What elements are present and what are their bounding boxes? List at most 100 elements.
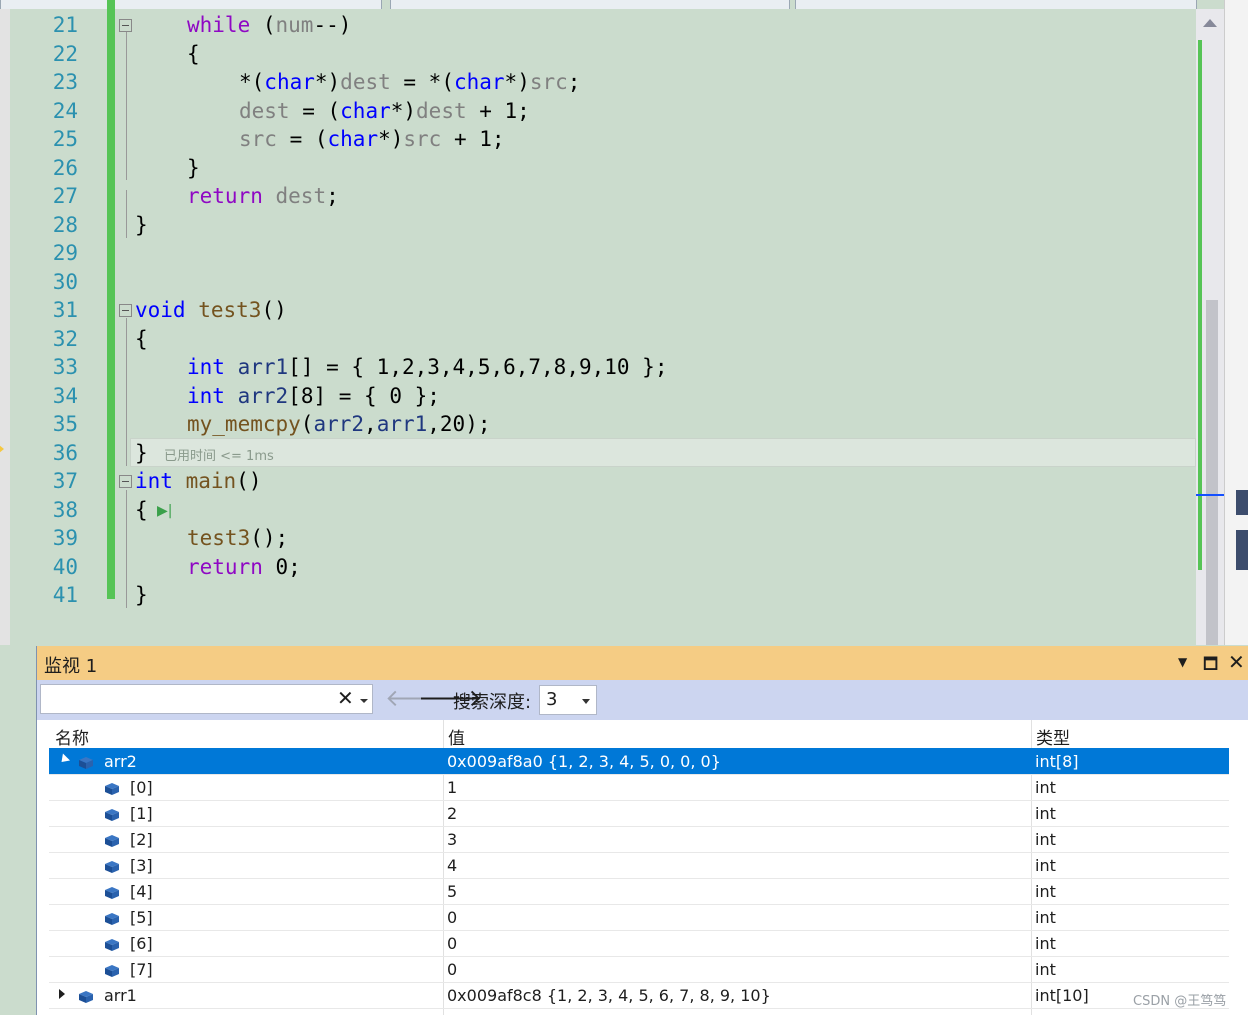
search-options-icon[interactable]: [360, 699, 368, 703]
code-line-36: }: [135, 441, 148, 465]
watch-row[interactable]: [3] 4 int: [49, 852, 1229, 879]
close-icon[interactable]: ✕: [1228, 650, 1245, 674]
fold-guide: [126, 490, 127, 608]
search-depth-select[interactable]: 3: [539, 685, 597, 715]
watch-item-value[interactable]: 0: [447, 960, 457, 979]
column-header-name[interactable]: 名称: [37, 720, 443, 749]
column-header-type[interactable]: 类型: [1031, 720, 1229, 749]
line-number: 33: [52, 355, 78, 379]
fold-guide: [126, 190, 127, 238]
expand-toggle-icon[interactable]: [57, 753, 71, 766]
watch-row[interactable]: [7] 0 int: [49, 956, 1229, 983]
execution-pointer-icon: [0, 441, 4, 457]
side-tab[interactable]: [1236, 530, 1248, 570]
chevron-down-icon[interactable]: [582, 699, 590, 704]
line-number: 22: [52, 41, 78, 66]
cube-icon: [105, 858, 119, 873]
line-number: 32: [52, 326, 78, 351]
watch-row[interactable]: [4] 5 int: [49, 878, 1229, 905]
cube-icon: [105, 884, 119, 899]
watch-item-value[interactable]: 4: [447, 856, 457, 875]
watch-item-name[interactable]: [4]: [130, 882, 153, 901]
change-tracking-bar: [107, 0, 115, 599]
watch-item-name[interactable]: [3]: [130, 856, 153, 875]
cube-icon: [105, 832, 119, 847]
watch-item-value[interactable]: 0: [447, 934, 457, 953]
watch-item-type: int: [1035, 934, 1056, 953]
watch-row[interactable]: [1] 2 int: [49, 800, 1229, 827]
watch-row[interactable]: arr2 0x009af8a0 {1, 2, 3, 4, 5, 0, 0, 0} i…: [49, 748, 1229, 775]
watch-item-value[interactable]: 0x009af8a0 {1, 2, 3, 4, 5, 0, 0, 0}: [447, 752, 721, 771]
watermark: CSDN @王笃笃: [1133, 994, 1227, 1009]
watch-title: 监视 1: [44, 656, 98, 677]
watch-item-name[interactable]: [7]: [130, 960, 153, 979]
watch-item-type: int[10]: [1035, 986, 1089, 1005]
scrollbar-caret-marker: [1196, 494, 1224, 496]
watch-toolbar: ✕ 🡐 🡒 搜索深度: 3: [37, 680, 1248, 720]
line-number: 34: [52, 383, 78, 408]
code-line-41: }: [135, 583, 148, 607]
maximize-icon[interactable]: 🗖: [1203, 653, 1218, 680]
run-to-click-icon[interactable]: ▶|: [157, 503, 172, 519]
line-number: 35: [52, 412, 78, 436]
code-line-25: src = (char*)src + 1;: [239, 127, 505, 151]
scrollbar-change-marker: [1198, 40, 1202, 570]
document-tabs-strip: [0, 0, 1248, 10]
code-line-28: }: [135, 213, 148, 237]
watch-window: 监视 1 ▼ 🗖 ✕ ✕ 🡐 🡒 搜索深度: 3 名称 值 类型 arr2 0x0…: [36, 646, 1248, 1015]
watch-row[interactable]: arr1 0x009af8c8 {1, 2, 3, 4, 5, 6, 7, 8, …: [49, 982, 1229, 1009]
collapse-icon[interactable]: [119, 19, 132, 32]
clear-search-icon[interactable]: ✕: [337, 686, 354, 710]
cube-icon: [105, 962, 119, 977]
watch-item-name[interactable]: [2]: [130, 830, 153, 849]
watch-item-value[interactable]: 5: [447, 882, 457, 901]
watch-row[interactable]: [0] 1 int: [49, 774, 1229, 801]
watch-row[interactable]: [2] 3 int: [49, 826, 1229, 853]
line-number: 37: [52, 469, 78, 493]
watch-item-value[interactable]: 0x009af8c8 {1, 2, 3, 4, 5, 6, 7, 8, 9, 1…: [447, 986, 771, 1005]
search-depth-value: 3: [546, 689, 558, 710]
line-number: 23: [52, 70, 78, 94]
code-line-34: int arr2[8] = { 0 };: [187, 384, 440, 408]
watch-item-name[interactable]: arr2: [104, 752, 137, 771]
watch-item-value[interactable]: 3: [447, 830, 457, 849]
watch-item-name[interactable]: arr1: [104, 986, 137, 1005]
watch-item-name[interactable]: [0]: [130, 778, 153, 797]
code-line-27: return dest;: [187, 184, 339, 208]
line-number: 24: [52, 98, 78, 123]
perf-tip-elapsed[interactable]: 已用时间 <= 1ms: [164, 445, 274, 464]
watch-item-value[interactable]: 0: [447, 908, 457, 927]
watch-row[interactable]: [6] 0 int: [49, 930, 1229, 957]
side-tab[interactable]: [1236, 490, 1248, 515]
expand-toggle-icon[interactable]: [59, 989, 65, 999]
watch-search-input[interactable]: ✕: [40, 684, 373, 714]
code-line-26: }: [187, 156, 200, 180]
watch-item-type: int: [1035, 804, 1056, 823]
watch-item-value[interactable]: 1: [447, 778, 457, 797]
watch-item-type: int: [1035, 778, 1056, 797]
watch-item-type: int: [1035, 908, 1056, 927]
code-line-39: test3();: [187, 526, 289, 550]
scrollbar-thumb[interactable]: [1206, 300, 1218, 645]
collapse-icon[interactable]: [119, 304, 132, 317]
watch-item-type: int: [1035, 960, 1056, 979]
breakpoint-margin[interactable]: [0, 9, 10, 645]
watch-item-value[interactable]: 2: [447, 804, 457, 823]
fold-guide: [126, 32, 127, 180]
cube-icon: [79, 754, 93, 769]
code-line-22: {: [187, 42, 200, 66]
column-header-value[interactable]: 值: [443, 720, 1031, 749]
watch-item-type: int: [1035, 856, 1056, 875]
collapse-icon[interactable]: [119, 475, 132, 488]
watch-row[interactable]: [5] 0 int: [49, 904, 1229, 931]
watch-item-name[interactable]: [1]: [130, 804, 153, 823]
code-line-21: while (num--): [187, 13, 352, 37]
watch-item-name[interactable]: [6]: [130, 934, 153, 953]
line-number: 30: [52, 269, 78, 294]
window-dropdown-icon[interactable]: ▼: [1178, 655, 1187, 669]
watch-item-name[interactable]: [5]: [130, 908, 153, 927]
scroll-up-icon[interactable]: [1203, 19, 1217, 27]
watch-item-type: int[8]: [1035, 752, 1079, 771]
watch-item-type: int: [1035, 830, 1056, 849]
code-line-24: dest = (char*)dest + 1;: [239, 99, 530, 123]
